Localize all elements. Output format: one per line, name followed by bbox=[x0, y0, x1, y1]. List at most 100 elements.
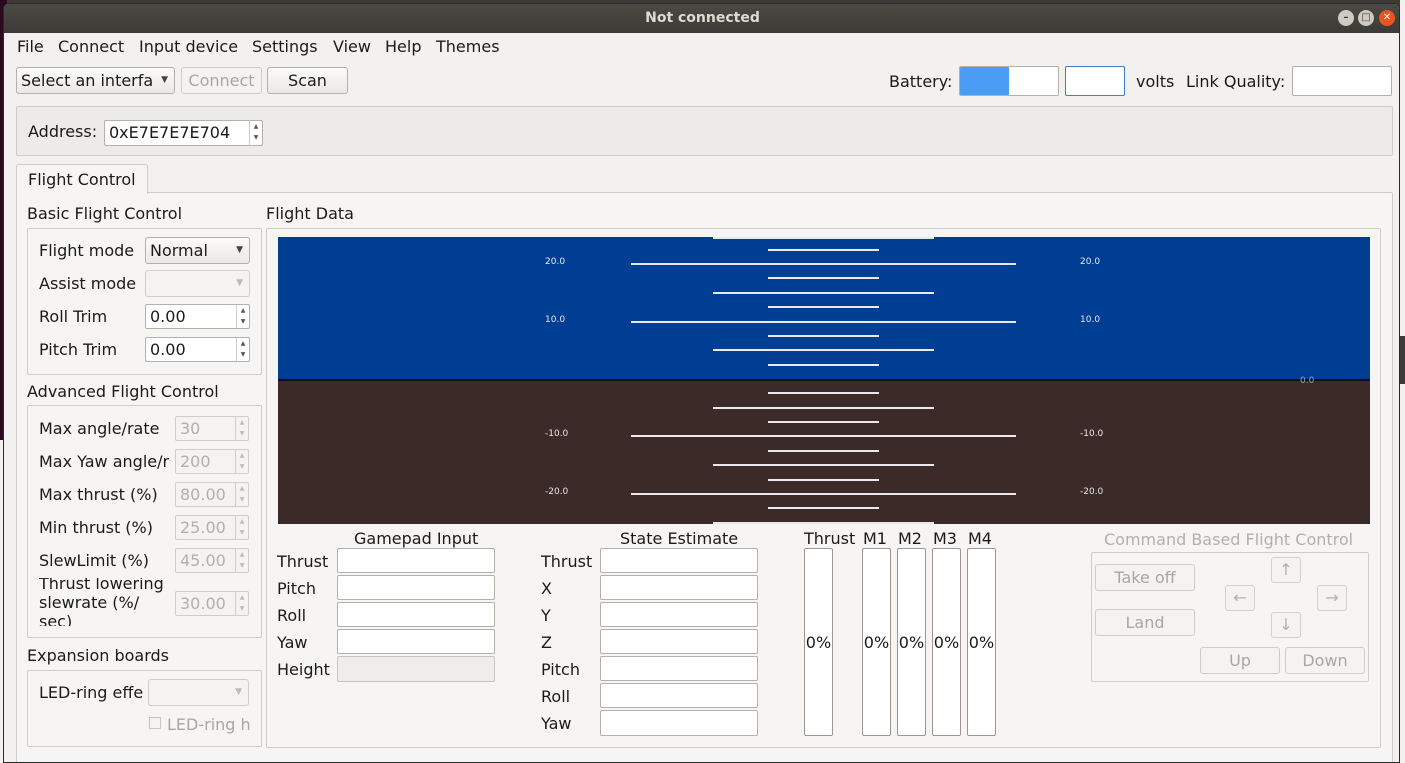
max-yaw-input[interactable]: 200 ▲ ▼ bbox=[175, 449, 249, 474]
gamepad-yaw-label: Yaw bbox=[277, 633, 308, 652]
thrust-bar: 0% bbox=[804, 548, 833, 736]
menu-view[interactable]: View bbox=[333, 37, 371, 56]
close-button[interactable]: ✕ bbox=[1379, 10, 1395, 26]
pitch-line-m10 bbox=[631, 435, 1016, 437]
pitch-label-m10-left: -10.0 bbox=[545, 429, 569, 439]
roll-trim-input[interactable]: 0.00 ▲ ▼ bbox=[145, 304, 250, 329]
pitch-label-20-left: 20.0 bbox=[545, 257, 566, 267]
m3-bar: 0% bbox=[932, 548, 961, 736]
flight-data-title: Flight Data bbox=[266, 204, 354, 223]
menu-file[interactable]: File bbox=[17, 37, 44, 56]
background-window-right bbox=[1400, 0, 1405, 763]
state-x-label: X bbox=[541, 579, 552, 598]
interface-select[interactable]: Select an interfa ▼ bbox=[16, 67, 175, 94]
arrow-down-button[interactable]: ↓ bbox=[1271, 612, 1301, 638]
spin-arrows-icon[interactable]: ▲ ▼ bbox=[235, 549, 248, 572]
battery-bar-fill bbox=[960, 67, 1009, 95]
state-y-field bbox=[600, 602, 758, 627]
address-input[interactable]: 0xE7E7E7E704 ▲ ▼ bbox=[104, 120, 263, 146]
spin-arrows-icon[interactable]: ▲ ▼ bbox=[236, 338, 249, 361]
flight-mode-select[interactable]: Normal ▼ bbox=[145, 237, 250, 264]
arrow-down-icon: ↓ bbox=[1279, 615, 1293, 634]
down-button[interactable]: Down bbox=[1285, 647, 1365, 674]
thrust-bar-label: Thrust bbox=[804, 529, 856, 548]
pitch-trim-input[interactable]: 0.00 ▲ ▼ bbox=[145, 337, 250, 362]
horizon-sky bbox=[278, 237, 1370, 380]
menu-settings[interactable]: Settings bbox=[252, 37, 318, 56]
scan-button[interactable]: Scan bbox=[267, 67, 348, 94]
gamepad-pitch-field bbox=[337, 575, 495, 600]
pitch-line bbox=[768, 450, 879, 452]
pitch-label-zero: 0.0 bbox=[1300, 376, 1315, 386]
max-yaw-value: 200 bbox=[180, 452, 211, 471]
menu-connect[interactable]: Connect bbox=[58, 37, 124, 56]
min-thrust-input[interactable]: 25.00 ▲ ▼ bbox=[175, 515, 249, 540]
arrow-left-icon: ← bbox=[1233, 588, 1247, 607]
menu-themes[interactable]: Themes bbox=[436, 37, 500, 56]
spin-arrows-icon[interactable]: ▲ ▼ bbox=[235, 592, 248, 615]
thrust-lowering-input[interactable]: 30.00 ▲ ▼ bbox=[175, 591, 249, 616]
state-thrust-field bbox=[600, 548, 758, 573]
connect-button[interactable]: Connect bbox=[181, 67, 262, 94]
led-ring-headlight-label: LED-ring h bbox=[167, 715, 251, 734]
state-z-label: Z bbox=[541, 633, 552, 652]
arrow-right-icon: → bbox=[1325, 588, 1339, 607]
led-ring-effect-select[interactable]: ▼ bbox=[148, 679, 249, 706]
led-ring-headlight-checkbox[interactable] bbox=[149, 717, 161, 729]
arrow-up-button[interactable]: ↑ bbox=[1271, 557, 1301, 583]
horizon-ground bbox=[278, 380, 1370, 524]
address-label: Address: bbox=[28, 122, 98, 141]
chevron-down-icon: ▼ bbox=[236, 278, 243, 288]
spin-arrows-icon[interactable]: ▲ ▼ bbox=[235, 483, 248, 506]
pitch-label-m20-right: -20.0 bbox=[1080, 487, 1104, 497]
max-angle-input[interactable]: 30 ▲ ▼ bbox=[175, 416, 249, 441]
roll-trim-label: Roll Trim bbox=[39, 307, 108, 326]
menu-input-device[interactable]: Input device bbox=[139, 37, 238, 56]
artificial-horizon: 20.0 20.0 10.0 10.0 0.0 -10.0 -10.0 -20.… bbox=[278, 237, 1370, 524]
interface-select-value: Select an interfa bbox=[21, 71, 154, 90]
m4-bar: 0% bbox=[967, 548, 996, 736]
state-pitch-label: Pitch bbox=[541, 660, 580, 679]
tab-flight-control[interactable]: Flight Control bbox=[16, 164, 148, 194]
link-quality-bar bbox=[1292, 66, 1392, 96]
maximize-button[interactable]: □ bbox=[1358, 10, 1374, 26]
up-button[interactable]: Up bbox=[1200, 647, 1280, 674]
spin-arrows-icon[interactable]: ▲ ▼ bbox=[235, 417, 248, 440]
assist-mode-select[interactable]: ▼ bbox=[145, 270, 250, 297]
pitch-trim-label: Pitch Trim bbox=[39, 340, 118, 359]
spin-arrows-icon[interactable]: ▲ ▼ bbox=[236, 305, 249, 328]
state-estimate-title: State Estimate bbox=[620, 529, 739, 548]
menu-help[interactable]: Help bbox=[385, 37, 421, 56]
pitch-line-m20 bbox=[631, 493, 1016, 495]
pitch-line bbox=[768, 335, 879, 337]
pitch-line bbox=[713, 237, 934, 239]
take-off-button[interactable]: Take off bbox=[1095, 564, 1195, 591]
pitch-line bbox=[713, 522, 934, 524]
arrow-right-button[interactable]: → bbox=[1317, 585, 1347, 611]
spin-arrows-icon[interactable]: ▲ ▼ bbox=[235, 516, 248, 539]
max-thrust-input[interactable]: 80.00 ▲ ▼ bbox=[175, 482, 249, 507]
gamepad-pitch-label: Pitch bbox=[277, 579, 316, 598]
battery-label: Battery: bbox=[889, 72, 953, 91]
state-yaw-field bbox=[600, 710, 758, 736]
pitch-line bbox=[713, 292, 934, 294]
slew-limit-input[interactable]: 45.00 ▲ ▼ bbox=[175, 548, 249, 573]
pitch-line bbox=[713, 407, 934, 409]
minimize-button[interactable]: – bbox=[1338, 10, 1354, 26]
pitch-label-m10-right: -10.0 bbox=[1080, 429, 1104, 439]
pitch-line bbox=[768, 249, 879, 251]
state-z-field bbox=[600, 629, 758, 654]
max-thrust-label: Max thrust (%) bbox=[39, 485, 158, 504]
spin-arrows-icon[interactable]: ▲ ▼ bbox=[235, 450, 248, 473]
gamepad-height-label: Height bbox=[277, 660, 330, 679]
thrust-lowering-label: Thrust lowering slewrate (%/ sec) bbox=[39, 578, 164, 626]
land-button[interactable]: Land bbox=[1095, 609, 1195, 636]
spin-arrows-icon[interactable]: ▲ ▼ bbox=[249, 121, 262, 145]
state-pitch-field bbox=[600, 656, 758, 681]
max-angle-value: 30 bbox=[180, 419, 201, 438]
arrow-left-button[interactable]: ← bbox=[1225, 585, 1255, 611]
pitch-label-10-left: 10.0 bbox=[545, 315, 566, 325]
m1-bar-label: M1 bbox=[863, 529, 887, 548]
m3-bar-label: M3 bbox=[933, 529, 957, 548]
slew-limit-label: SlewLimit (%) bbox=[39, 551, 149, 570]
